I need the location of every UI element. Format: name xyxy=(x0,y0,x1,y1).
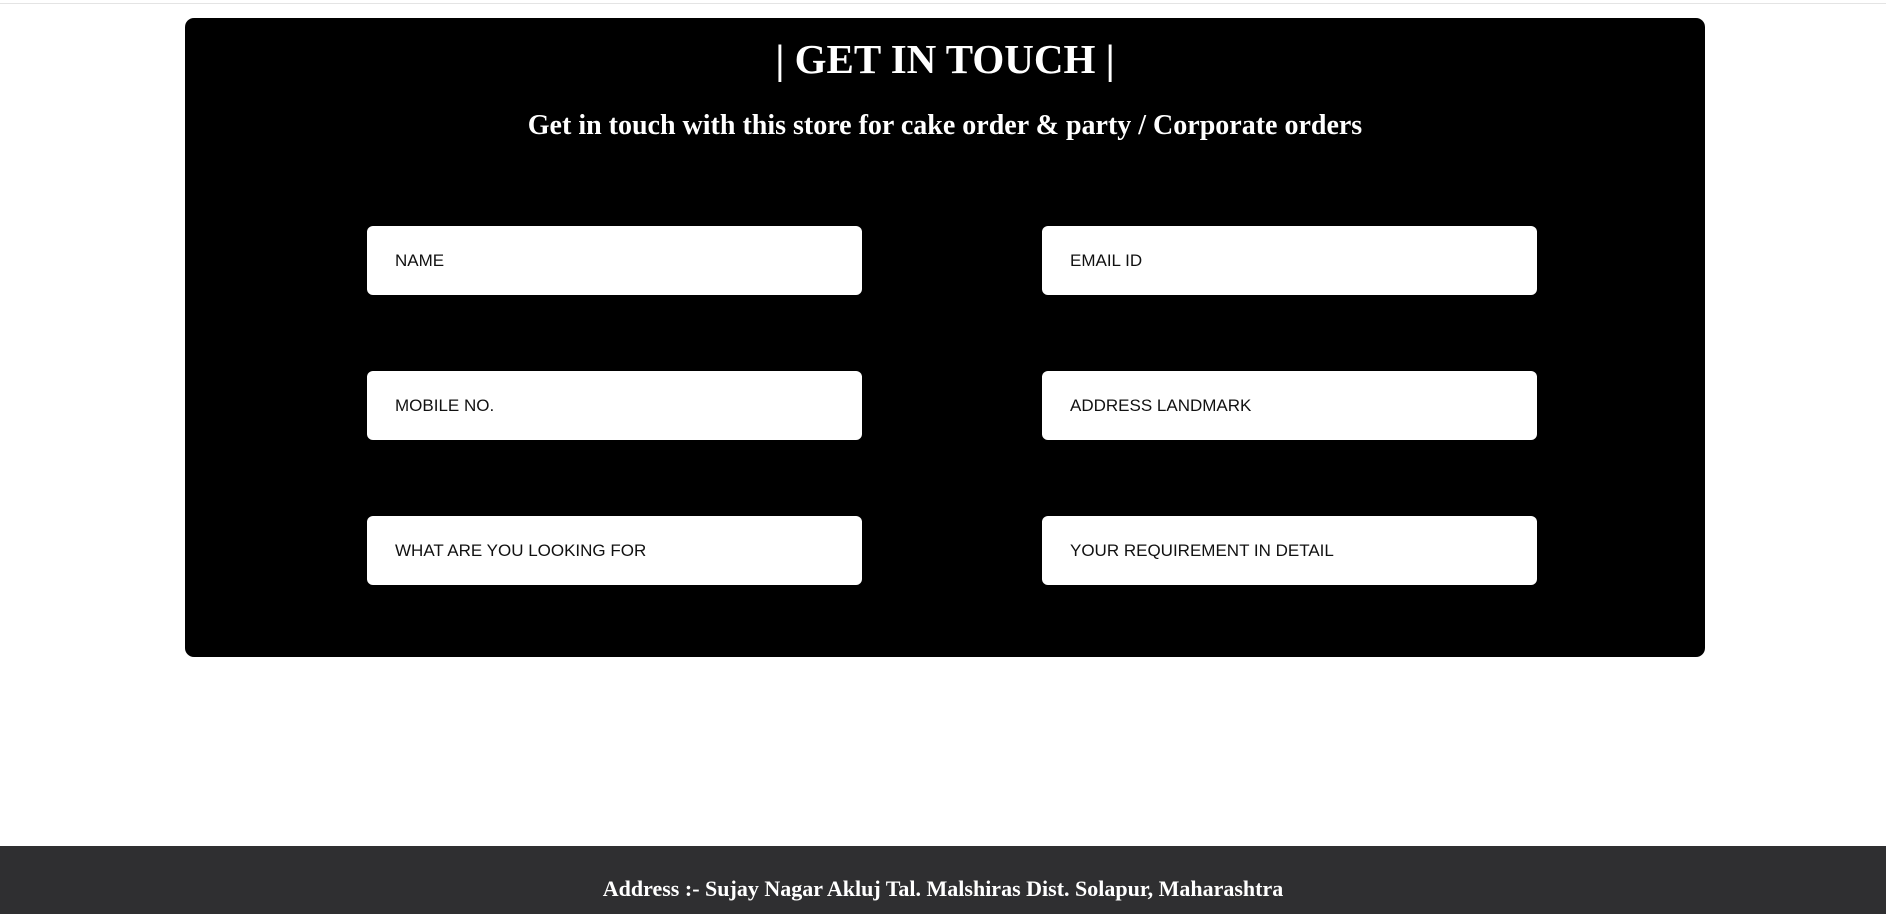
address-landmark-field[interactable] xyxy=(1042,371,1537,440)
email-field[interactable] xyxy=(1042,226,1537,295)
contact-form xyxy=(367,226,1537,585)
page-title: | GET IN TOUCH | xyxy=(775,36,1115,82)
footer-address: Address :- Sujay Nagar Akluj Tal. Malshi… xyxy=(602,876,1284,901)
name-field[interactable] xyxy=(367,226,862,295)
footer: Address :- Sujay Nagar Akluj Tal. Malshi… xyxy=(0,846,1886,914)
mobile-field[interactable] xyxy=(367,371,862,440)
looking-for-field[interactable] xyxy=(367,516,862,585)
page-subtitle: Get in touch with this store for cake or… xyxy=(527,110,1363,141)
contact-panel: | GET IN TOUCH | Get in touch with this … xyxy=(185,18,1705,657)
requirement-detail-field[interactable] xyxy=(1042,516,1537,585)
top-divider xyxy=(0,0,1886,4)
